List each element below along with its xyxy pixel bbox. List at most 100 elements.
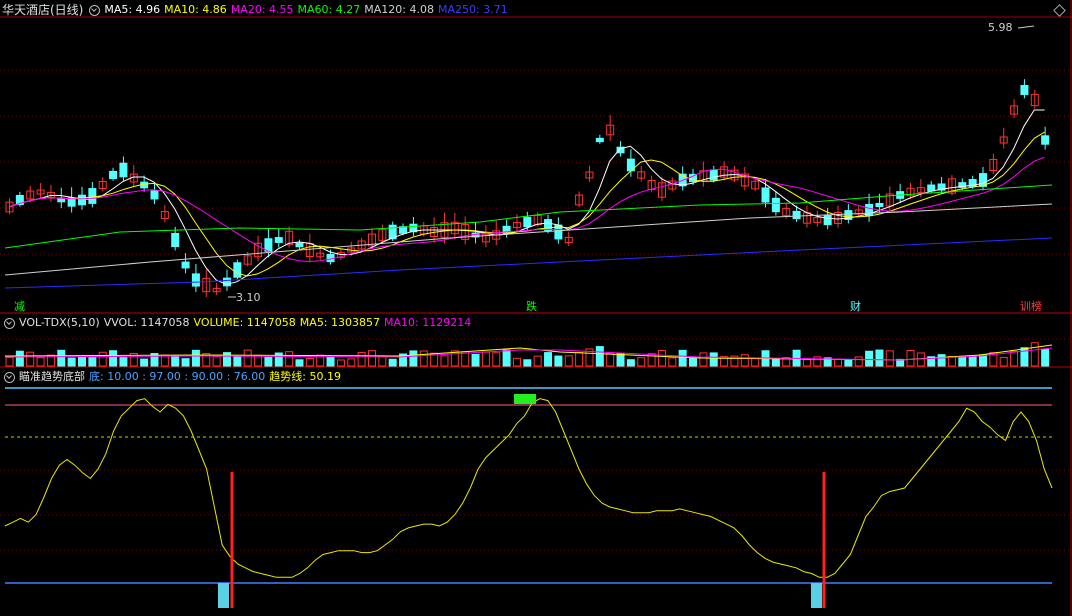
high-arrow (1017, 25, 1035, 29)
volume-bar (937, 354, 946, 367)
indicator-label-1: 底: 10.00 : 97.00 : 90.00 : 76.00 (89, 370, 266, 383)
volume-bar (440, 355, 449, 367)
candle (150, 190, 159, 200)
volume-bar (740, 354, 749, 367)
volume-bar (409, 350, 418, 367)
volume-bar (254, 354, 263, 367)
trend-line (4, 398, 1053, 578)
volume-bar (357, 351, 366, 367)
volume-bar (771, 358, 780, 367)
volume-bar (512, 357, 521, 367)
volume-bar (999, 356, 1008, 367)
volume-bar (575, 351, 584, 367)
bottom-signal-block (218, 583, 229, 608)
volume-bar (450, 350, 459, 367)
collapse-toggle-icon[interactable] (4, 371, 15, 383)
candle (109, 170, 118, 180)
ma5-line (8, 109, 1045, 285)
volume-bar (1041, 348, 1050, 367)
indicator-label-2: 趋势线: 50.19 (269, 370, 341, 383)
volume-label-1: VVOL: 1147058 (103, 316, 190, 329)
volume-bar (834, 358, 843, 367)
candle (875, 202, 884, 208)
marker-xunbang: 训榜 (1020, 300, 1042, 313)
candle (274, 237, 283, 243)
volume-bar (57, 349, 66, 367)
candle (792, 210, 801, 220)
volume-bar (481, 351, 490, 367)
candle (771, 197, 780, 213)
candle (264, 238, 273, 252)
candle (761, 187, 770, 203)
volume-bar (388, 358, 397, 367)
volume-bar (1030, 342, 1039, 367)
volume-bar (554, 355, 563, 367)
vol-ma5-line (4, 344, 1053, 361)
volume-bar (378, 355, 387, 367)
volume-bar (564, 355, 573, 367)
volume-bar (461, 351, 470, 367)
volume-bar (606, 352, 615, 367)
volume-bar (699, 352, 708, 367)
volume-bar (171, 355, 180, 367)
volume-bar (709, 352, 718, 367)
volume-bar (119, 357, 128, 367)
bottom-signal-block (811, 583, 822, 608)
candle (927, 184, 936, 192)
ma60-line (4, 184, 1053, 249)
volume-bar (544, 352, 553, 367)
top-signal-block (514, 394, 536, 404)
volume-label-2: VOLUME: 1147058 (193, 316, 296, 329)
candle (191, 273, 200, 287)
indicator-header: 瞄准趋势底部 底: 10.00 : 97.00 : 90.00 : 76.00 趋势… (2, 369, 349, 385)
volume-bar (492, 352, 501, 367)
volume-bar (98, 351, 107, 367)
candle (544, 219, 553, 231)
volume-bar (906, 350, 915, 367)
volume-bar (419, 350, 428, 367)
candle (119, 162, 128, 178)
volume-bar (77, 356, 86, 367)
candle (523, 216, 532, 228)
volume-bar (689, 357, 698, 367)
volume-bar (1010, 350, 1019, 367)
volume-bar (854, 356, 863, 367)
candle (233, 262, 242, 278)
volume-bar (968, 355, 977, 367)
volume-bar (751, 358, 760, 367)
candle (823, 214, 832, 226)
volume-bar (305, 358, 314, 367)
volume-bar (844, 359, 853, 367)
volume-label-3: MA5: 1303857 (299, 316, 381, 329)
volume-bar (885, 350, 894, 367)
volume-bar (36, 357, 45, 367)
candle (77, 194, 86, 206)
marker-die: 跌 (526, 300, 537, 313)
candle (88, 188, 97, 204)
volume-bar (285, 351, 294, 367)
low-price-label: 3.10 (236, 291, 261, 304)
volume-bar (533, 355, 542, 367)
volume-bar (958, 356, 967, 367)
volume-bar (88, 357, 97, 367)
volume-bar (616, 353, 625, 367)
volume-bar (802, 358, 811, 367)
volume-label-0: VOL-TDX(5,10) (19, 316, 100, 329)
volume-bar (67, 357, 76, 367)
indicator-legend: 瞄准趋势底部 底: 10.00 : 97.00 : 90.00 : 76.00 趋势… (19, 369, 345, 385)
volume-bar (979, 354, 988, 367)
volume-bar (657, 350, 666, 367)
volume-bar (347, 358, 356, 367)
volume-bar (471, 353, 480, 367)
volume-bar (243, 349, 252, 367)
collapse-toggle-icon[interactable] (4, 317, 15, 329)
candle (1041, 135, 1050, 145)
volume-label-4: MA10: 1129214 (384, 316, 472, 329)
candle (181, 261, 190, 269)
volume-bar (865, 350, 874, 367)
candle (222, 277, 231, 287)
volume-bar (626, 359, 635, 367)
volume-bar (15, 350, 24, 367)
candle (295, 242, 304, 248)
ma120-line (4, 203, 1053, 276)
